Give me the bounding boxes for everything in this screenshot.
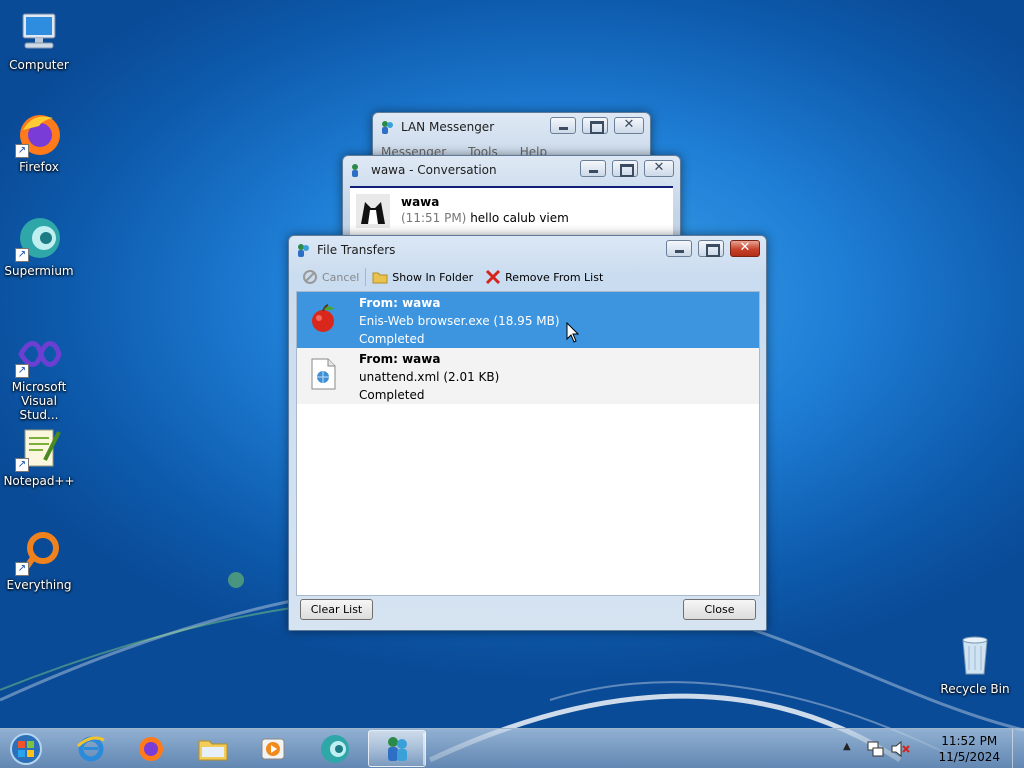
taskbar-firefox[interactable]	[122, 730, 180, 767]
file-transfers-toolbar: Cancel Show In Folder Remove From List	[296, 265, 759, 289]
start-orb-icon	[10, 732, 42, 765]
file-transfers-window[interactable]: File Transfers ✕ Cancel Show In Folder R…	[288, 235, 767, 631]
visual-studio-icon: ↗	[15, 330, 63, 378]
desktop-icon-computer[interactable]: Computer	[0, 8, 78, 72]
close-button[interactable]: ✕	[730, 240, 760, 257]
transfer-file: Enis-Web browser.exe (18.95 MB)	[359, 314, 560, 328]
maximize-button[interactable]	[582, 117, 608, 134]
desktop-icon-label: Everything	[6, 578, 72, 592]
xml-file-icon	[307, 358, 347, 398]
desktop-icon-notepadpp[interactable]: ↗ Notepad++	[0, 424, 78, 488]
everything-icon: ↗	[15, 528, 63, 576]
desktop-icon-supermium[interactable]: ↗ Supermium	[0, 214, 78, 278]
conversation-window[interactable]: wawa - Conversation ✕ wawa (11:51 PM) he…	[342, 155, 681, 239]
firefox-icon: ↗	[15, 110, 63, 158]
desktop-icon-label: Recycle Bin	[940, 682, 1010, 696]
transfer-from: From: wawa	[359, 352, 441, 366]
recycle-bin-icon	[951, 632, 999, 680]
supermium-icon: ↗	[15, 214, 63, 262]
mouse-cursor-icon	[566, 322, 580, 343]
show-in-folder-button[interactable]: Show In Folder	[366, 266, 479, 288]
desktop-icon-label: Notepad++	[3, 474, 75, 488]
minimize-button[interactable]	[666, 240, 692, 257]
transfer-from: From: wawa	[359, 296, 441, 310]
start-button[interactable]	[0, 730, 52, 767]
file-explorer-icon	[198, 740, 228, 760]
desktop-icon-everything[interactable]: ↗ Everything	[0, 528, 78, 592]
shortcut-arrow-icon: ↗	[15, 562, 29, 576]
message-time: (11:51 PM)	[401, 211, 467, 225]
shortcut-arrow-icon: ↗	[15, 458, 29, 472]
close-icon: ✕	[623, 117, 635, 132]
transfer-status: Completed	[359, 332, 425, 346]
remove-from-list-label: Remove From List	[505, 270, 604, 284]
volume-muted-icon[interactable]	[890, 740, 910, 758]
conversation-icon	[352, 164, 358, 177]
desktop-icon-label: Computer	[9, 58, 69, 72]
remove-from-list-button[interactable]: Remove From List	[479, 266, 609, 288]
shortcut-arrow-icon: ↗	[15, 248, 29, 262]
taskbar-lan-messenger[interactable]	[368, 730, 426, 767]
desktop-icon-firefox[interactable]: ↗ Firefox	[0, 110, 78, 174]
lan-messenger-icon	[298, 244, 309, 257]
window-title: File Transfers	[317, 243, 396, 257]
supermium-icon	[321, 734, 349, 763]
window-title: LAN Messenger	[401, 120, 495, 134]
message-text: hello calub viem	[470, 211, 569, 225]
close-button[interactable]: ✕	[644, 160, 674, 177]
network-icon[interactable]	[866, 740, 884, 758]
taskbar-supermium[interactable]	[306, 730, 364, 767]
transfer-list[interactable]: From: wawa Enis-Web browser.exe (18.95 M…	[296, 291, 760, 596]
window-title: wawa - Conversation	[371, 163, 497, 177]
minimize-button[interactable]	[580, 160, 606, 177]
system-clock[interactable]: 11:52 PM 11/5/2024	[938, 733, 1000, 765]
clock-time: 11:52 PM	[941, 734, 998, 748]
close-icon: ✕	[739, 240, 751, 255]
transfer-file: unattend.xml (2.01 KB)	[359, 370, 500, 384]
clear-list-button[interactable]: Clear List	[300, 599, 373, 620]
maximize-button[interactable]	[612, 160, 638, 177]
folder-icon	[372, 272, 388, 284]
cancel-button[interactable]: Cancel	[296, 266, 365, 288]
show-hidden-icons-button[interactable]: ▲	[843, 741, 851, 752]
desktop-icon-recycle-bin[interactable]: Recycle Bin	[936, 632, 1014, 696]
desktop-icon-label: Firefox	[19, 160, 59, 174]
firefox-icon	[139, 736, 163, 761]
close-dialog-button[interactable]: Close	[683, 599, 756, 620]
taskbar-internet-explorer[interactable]	[62, 730, 120, 767]
internet-explorer-icon	[76, 736, 105, 761]
desktop-icon-visual-studio[interactable]: ↗ Microsoft Visual Stud...	[0, 330, 78, 422]
shortcut-arrow-icon: ↗	[15, 144, 29, 158]
transfer-status: Completed	[359, 388, 425, 402]
desktop-icon-label: Microsoft Visual Stud...	[11, 380, 67, 422]
close-icon: ✕	[653, 160, 665, 175]
shortcut-arrow-icon: ↗	[15, 364, 29, 378]
clock-date: 11/5/2024	[938, 750, 1000, 764]
computer-icon	[15, 8, 63, 56]
media-player-icon	[261, 738, 285, 759]
maximize-button[interactable]	[698, 240, 724, 257]
apple-app-icon	[307, 302, 347, 342]
message-sender: wawa	[401, 195, 440, 209]
avatar	[356, 194, 390, 228]
cancel-label: Cancel	[322, 270, 360, 284]
lan-messenger-icon	[388, 736, 407, 761]
message-area[interactable]: wawa (11:51 PM) hello calub viem	[350, 186, 673, 238]
transfer-item[interactable]: From: wawa unattend.xml (2.01 KB) Comple…	[297, 348, 759, 404]
taskbar-media-player[interactable]	[244, 730, 302, 767]
taskbar: ▲ 11:52 PM 11/5/2024	[0, 728, 1024, 768]
cancel-icon	[303, 270, 317, 284]
notepadpp-icon: ↗	[15, 424, 63, 472]
desktop-icon-label: Supermium	[4, 264, 74, 278]
show-desktop-button[interactable]	[1012, 729, 1024, 768]
taskbar-divider	[423, 733, 425, 765]
taskbar-file-explorer[interactable]	[184, 730, 242, 767]
transfer-item[interactable]: From: wawa Enis-Web browser.exe (18.95 M…	[297, 292, 759, 348]
lan-messenger-icon	[382, 121, 393, 134]
remove-icon	[486, 269, 501, 285]
close-button[interactable]: ✕	[614, 117, 644, 134]
show-in-folder-label: Show In Folder	[392, 270, 474, 284]
minimize-button[interactable]	[550, 117, 576, 134]
